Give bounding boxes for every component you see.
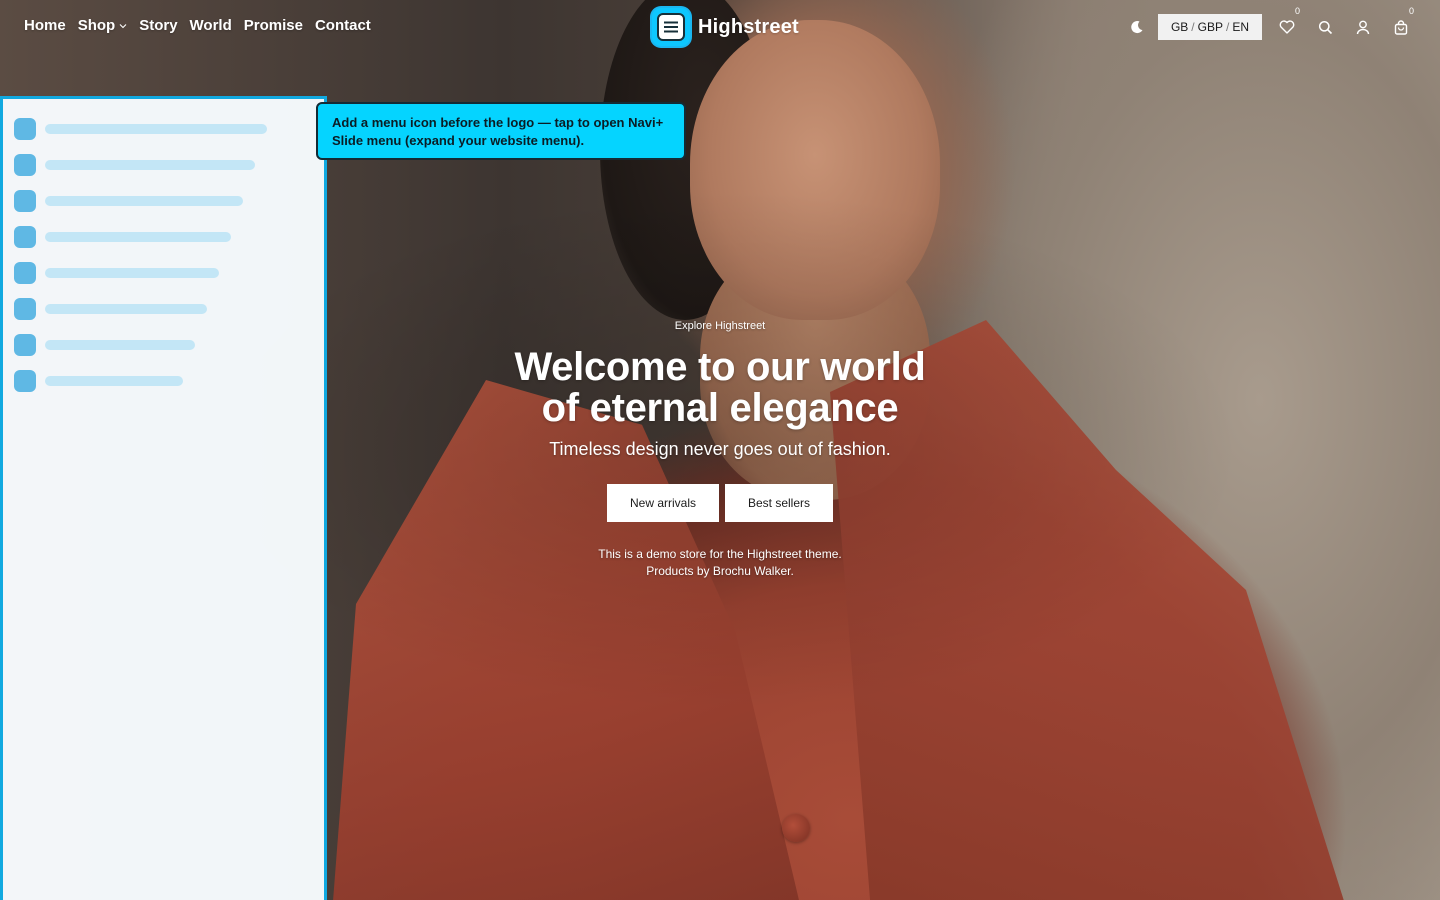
menu-item-icon [14, 262, 36, 284]
slide-menu-item[interactable] [14, 154, 255, 176]
menu-item-icon [14, 118, 36, 140]
menu-item-placeholder [45, 232, 231, 242]
hero-subtitle: Timeless design never goes out of fashio… [549, 439, 891, 459]
slide-menu-item[interactable] [14, 190, 243, 212]
hamburger-menu-icon [657, 13, 685, 41]
nav-contact[interactable]: Contact [315, 17, 371, 34]
wishlist-count: 0 [1294, 6, 1300, 16]
cart-button[interactable]: 0 [1382, 6, 1420, 42]
slide-menu-item[interactable] [14, 118, 267, 140]
locale-separator: / [1225, 20, 1230, 34]
site-header: Home Shop Story World Promise Contact Hi… [0, 0, 1440, 54]
chevron-down-icon [119, 23, 127, 28]
hero-cta-row: New arrivals Best sellers [420, 484, 1020, 522]
user-icon [1356, 20, 1370, 34]
nav-shop-label: Shop [77, 17, 116, 34]
logo-group: Highstreet [652, 8, 799, 46]
nav-promise[interactable]: Promise [244, 17, 303, 34]
locale-separator: / [1191, 20, 1195, 34]
wishlist-button[interactable]: 0 [1268, 6, 1306, 42]
hero-eyebrow: Explore Highstreet [674, 320, 766, 332]
nav-shop[interactable]: Shop [78, 17, 128, 34]
hero-note-line-1: This is a demo store for the Highstreet … [598, 547, 842, 561]
menu-item-icon [14, 154, 36, 176]
locale-country: GB [1170, 20, 1189, 34]
menu-item-placeholder [45, 268, 219, 278]
menu-item-placeholder [45, 160, 255, 170]
menu-item-icon [14, 334, 36, 356]
menu-item-placeholder [45, 196, 243, 206]
account-button[interactable] [1344, 12, 1382, 42]
menu-item-icon [14, 190, 36, 212]
slide-menu-preview [0, 96, 327, 900]
main-navigation: Home Shop Story World Promise Contact [24, 17, 371, 34]
slide-menu-item[interactable] [14, 262, 219, 284]
slide-menu-item[interactable] [14, 334, 195, 356]
hero-title-line-1: Welcome to our world [514, 345, 926, 389]
menu-item-placeholder [45, 376, 183, 386]
header-actions: GB / GBP / EN 0 0 [1118, 6, 1420, 42]
hero-title-line-2: of eternal elegance [541, 386, 899, 430]
locale-currency: GBP [1197, 20, 1223, 34]
shopping-bag-icon [1394, 19, 1408, 35]
menu-item-placeholder [45, 304, 207, 314]
theme-toggle-button[interactable] [1118, 12, 1156, 42]
heart-icon [1279, 20, 1295, 34]
search-icon [1318, 20, 1332, 34]
hero-title: Welcome to our world of eternal elegance [420, 347, 1020, 429]
new-arrivals-button[interactable]: New arrivals [607, 484, 719, 522]
hero-content: Explore Highstreet Welcome to our world … [420, 320, 1020, 580]
hero-note: This is a demo store for the Highstreet … [420, 546, 1020, 580]
cart-count: 0 [1408, 6, 1414, 16]
slide-menu-item[interactable] [14, 226, 231, 248]
menu-item-placeholder [45, 124, 267, 134]
locale-language: EN [1232, 20, 1249, 34]
nav-story[interactable]: Story [139, 17, 177, 34]
locale-selector[interactable]: GB / GBP / EN [1157, 14, 1262, 40]
moon-icon [1131, 21, 1143, 34]
menu-item-icon [14, 370, 36, 392]
menu-item-placeholder [45, 340, 195, 350]
slide-menu-item[interactable] [14, 298, 207, 320]
slide-menu-item[interactable] [14, 370, 183, 392]
tooltip-callout: Add a menu icon before the logo — tap to… [316, 102, 686, 160]
search-button[interactable] [1306, 12, 1344, 42]
site-logo[interactable]: Highstreet [698, 16, 799, 39]
nav-home[interactable]: Home [24, 17, 66, 34]
menu-item-icon [14, 298, 36, 320]
menu-item-icon [14, 226, 36, 248]
hero-note-line-2: Products by Brochu Walker. [646, 564, 794, 578]
best-sellers-button[interactable]: Best sellers [725, 484, 833, 522]
slide-menu-button[interactable] [652, 8, 690, 46]
nav-world[interactable]: World [190, 17, 232, 34]
